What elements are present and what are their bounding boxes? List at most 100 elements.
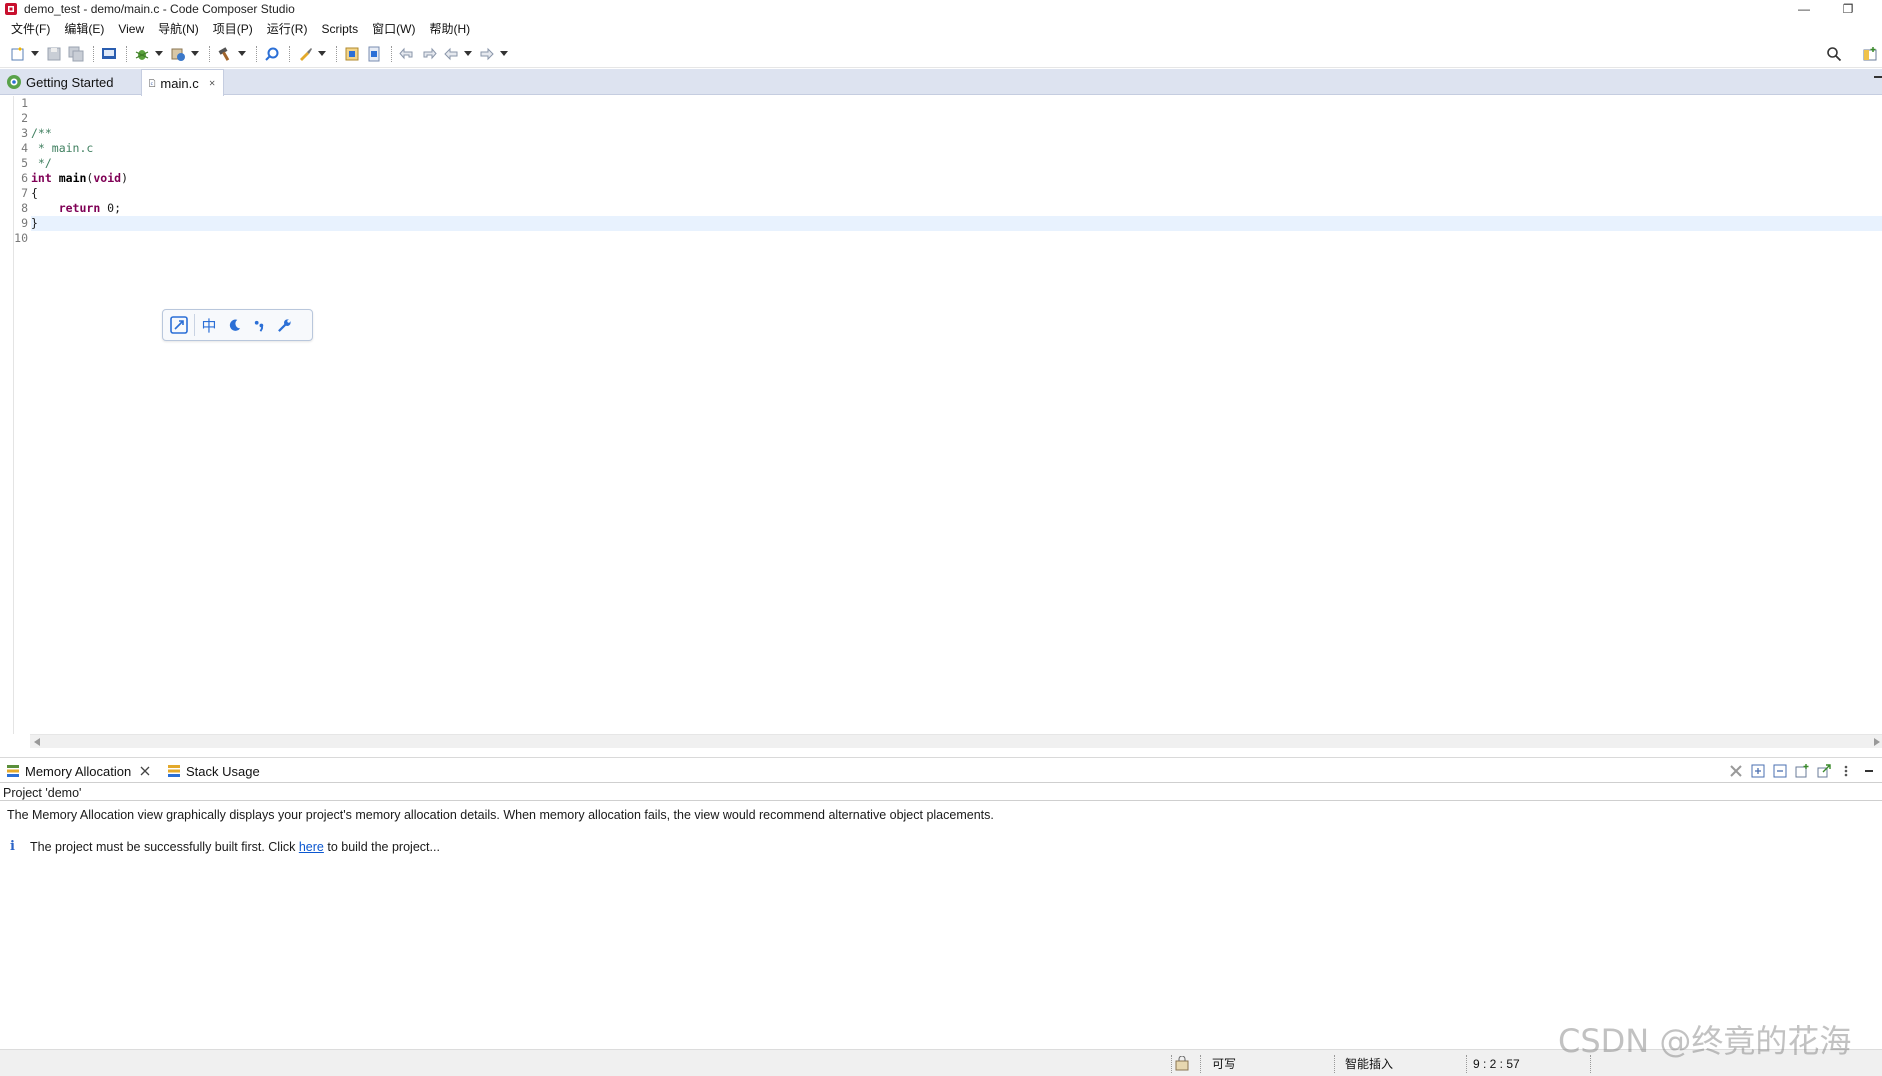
build-icon[interactable] (168, 44, 188, 64)
search-icon[interactable] (1824, 44, 1844, 64)
new-icon[interactable] (8, 44, 28, 64)
perspective-icon[interactable] (1860, 44, 1880, 64)
brush-dropdown-icon[interactable] (317, 44, 327, 64)
build-dropdown-icon[interactable] (190, 44, 200, 64)
getting-started-icon (7, 75, 21, 89)
menu-edit[interactable]: 编辑(E) (57, 18, 111, 40)
readonly-toggle-icon[interactable] (1174, 1056, 1190, 1072)
build-here-link[interactable]: here (299, 840, 324, 854)
tab-label: Stack Usage (186, 763, 260, 779)
status-separator (1466, 1055, 1467, 1073)
save-icon[interactable] (44, 44, 64, 64)
tab-main-c[interactable]: c main.c (141, 69, 224, 96)
minimize-editor-icon[interactable] (1872, 73, 1882, 81)
memory-allocation-icon (7, 765, 19, 777)
open-resource-icon[interactable] (364, 44, 384, 64)
save-all-icon[interactable] (66, 44, 86, 64)
ime-toggle-icon[interactable] (167, 313, 191, 337)
main-toolbar (0, 40, 1882, 68)
code-area[interactable]: /** * main.c */ int main(void) { return … (31, 96, 1882, 246)
menu-run[interactable]: 运行(R) (260, 18, 315, 40)
ime-moon-icon[interactable] (222, 313, 246, 337)
menu-view[interactable]: View (111, 18, 151, 40)
code-line-comment: * main.c (31, 141, 94, 155)
view-menu-icon[interactable] (1836, 762, 1856, 780)
code-line: } (31, 216, 38, 230)
scroll-left-icon[interactable] (34, 738, 40, 746)
collapse-all-icon[interactable] (1770, 762, 1790, 780)
code-line-return: return 0; (58, 201, 122, 215)
menu-navigate[interactable]: 导航(N) (151, 18, 206, 40)
memory-allocation-view: Project 'demo' The Memory Allocation vie… (0, 784, 1882, 1049)
line-number: 3 (21, 126, 28, 140)
hammer-icon[interactable] (215, 44, 235, 64)
line-number: 9 (21, 216, 28, 230)
build-notice: i The project must be successfully built… (10, 839, 440, 854)
writable-status: 可写 (1212, 1057, 1237, 1071)
horizontal-scrollbar[interactable] (30, 734, 1882, 748)
new-view-icon[interactable] (1792, 762, 1812, 780)
divider (0, 800, 1882, 801)
code-line-comment: */ (31, 156, 52, 170)
next-annotation-icon[interactable] (419, 44, 439, 64)
export-icon[interactable] (1814, 762, 1834, 780)
ime-separator (194, 314, 195, 336)
insert-mode-status: 智能插入 (1345, 1057, 1394, 1071)
code-line-comment: /** (31, 126, 52, 140)
open-type-icon[interactable] (342, 44, 362, 64)
stack-usage-icon (168, 765, 180, 777)
new-dropdown-icon[interactable] (30, 44, 40, 64)
code-line-function: int main(void) (31, 171, 128, 185)
menu-scripts[interactable]: Scripts (314, 18, 365, 40)
expand-all-icon[interactable] (1748, 762, 1768, 780)
back-dropdown-icon[interactable] (463, 44, 473, 64)
prev-annotation-icon[interactable] (397, 44, 417, 64)
status-separator (1334, 1055, 1335, 1073)
ime-toolbar: 中 (162, 309, 313, 341)
gutter-divider (13, 96, 14, 734)
toolbar-separator (391, 45, 392, 62)
menu-help[interactable]: 帮助(H) (422, 18, 477, 40)
debug-icon[interactable] (132, 44, 152, 64)
code-editor[interactable]: 1 2 3 4 5 6 7 8 9 10 /** * main.c */ int… (0, 96, 1882, 748)
brush-icon[interactable] (295, 44, 315, 64)
debug-dropdown-icon[interactable] (154, 44, 164, 64)
line-number: 4 (21, 141, 28, 155)
maximize-button[interactable]: ❐ (1826, 0, 1870, 18)
line-number: 5 (21, 156, 28, 170)
line-number: 6 (21, 171, 28, 185)
tab-memory-allocation[interactable]: Memory Allocation (0, 758, 151, 784)
minimize-button[interactable]: — (1782, 0, 1826, 18)
bottom-panel-tabs: Memory Allocation Stack Usage (0, 757, 1882, 783)
info-icon: i (10, 839, 15, 854)
tab-getting-started[interactable]: Getting Started (0, 69, 140, 95)
minimize-panel-icon[interactable] (1858, 762, 1878, 780)
forward-dropdown-icon[interactable] (499, 44, 509, 64)
remove-icon[interactable] (1726, 762, 1746, 780)
terminal-icon[interactable] (99, 44, 119, 64)
menu-file[interactable]: 文件(F) (4, 18, 57, 40)
search-refs-icon[interactable] (262, 44, 282, 64)
line-number: 7 (21, 186, 28, 200)
back-icon[interactable] (441, 44, 461, 64)
editor-tab-bar: Getting Started c main.c (0, 69, 1882, 96)
ime-settings-icon[interactable] (272, 313, 296, 337)
ime-mode-button[interactable]: 中 (197, 313, 221, 337)
line-number: 8 (21, 201, 28, 215)
scroll-right-icon[interactable] (1874, 738, 1880, 746)
forward-icon[interactable] (477, 44, 497, 64)
menu-window[interactable]: 窗口(W) (365, 18, 422, 40)
tab-stack-usage[interactable]: Stack Usage (161, 758, 260, 784)
toolbar-separator (256, 45, 257, 62)
description-text: The Memory Allocation view graphically d… (7, 808, 994, 822)
window-title: demo_test - demo/main.c - Code Composer … (24, 2, 295, 16)
menu-project[interactable]: 项目(P) (206, 18, 260, 40)
ime-punct-icon[interactable] (247, 313, 271, 337)
close-icon[interactable] (209, 77, 215, 89)
close-icon[interactable] (139, 765, 151, 777)
code-line: { (31, 186, 38, 200)
toolbar-separator (336, 45, 337, 62)
hammer-dropdown-icon[interactable] (237, 44, 247, 64)
